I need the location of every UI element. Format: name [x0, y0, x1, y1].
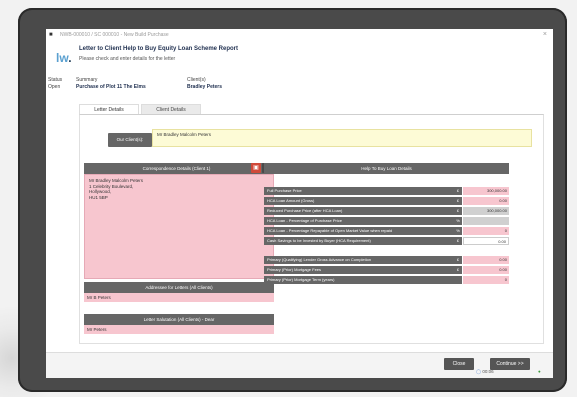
row-label: Reduced Purchase Price (after HCA Loan) [264, 207, 454, 215]
htb-row-cash-savings: Cash Savings to be Invested by Buyer (HC… [264, 237, 509, 245]
address-line: HU1 5BP [89, 194, 108, 200]
row-label: HCA Loan - Percentage Repayable of Open … [264, 227, 454, 235]
row-label: Primary (Prior) Mortgage Fees [264, 266, 454, 274]
row-label: HCA Loan - Percentage of Purchase Price [264, 217, 454, 225]
row-value-field[interactable]: 0.00 [463, 197, 509, 205]
correspondence-address-field[interactable]: Mr Bradley Malcolm Peters 1 Celebrity Bo… [84, 174, 274, 279]
row-label: Full Purchase Price [264, 187, 454, 195]
row-label: HCA Loan Amount (Gross) [264, 197, 454, 205]
htb-row-mortgage-fees: Primary (Prior) Mortgage Fees £ 0.00 [264, 266, 509, 274]
summary-row: Status Open Summary Purchase of Plot 11 … [46, 77, 553, 99]
row-unit: £ [454, 187, 462, 195]
tab-letter-details[interactable]: Letter Details [79, 104, 139, 114]
our-clients-field[interactable]: Mr Bradley Malcolm Peters [152, 129, 532, 147]
dialog-subheading: Please check and enter details for the l… [79, 56, 176, 62]
row-value-field[interactable]: 0 [463, 227, 509, 235]
row-value-field[interactable]: 0.00 [463, 256, 509, 264]
salutation-header: Letter Salutation (All Clients) - Dear [84, 314, 274, 325]
row-value-field[interactable]: 300,000.00 [463, 187, 509, 195]
row-unit [454, 276, 462, 284]
row-value-field[interactable]: 0.00 [463, 237, 509, 245]
dialog-window: ■ NWB-000010 / SC 000010 - New Build Pur… [46, 29, 553, 378]
our-clients-label: Our Client(s): [108, 133, 152, 147]
clock-icon: ◯ [476, 369, 482, 374]
pdf-icon[interactable]: ▣ [251, 163, 261, 173]
ok-status-icon: ● [538, 369, 541, 374]
htb-row-mortgage-term: Primary (Prior) Mortgage Term (years) 0 [264, 276, 509, 284]
logo: lw. [56, 51, 72, 65]
tab-client-details[interactable]: Client Details [141, 104, 201, 114]
addressee-field[interactable]: Mr B Peters [84, 293, 274, 302]
htb-row-lender-advance: Primary (Qualifying) Lender Gross Advanc… [264, 256, 509, 264]
client-label: Client(s) [187, 77, 206, 83]
row-unit: £ [454, 197, 462, 205]
status-label: Status [48, 77, 63, 83]
continue-button[interactable]: Continue >> [490, 358, 530, 370]
row-unit: £ [454, 266, 462, 274]
htb-row-hca-repayable: HCA Loan - Percentage Repayable of Open … [264, 227, 509, 235]
row-label: Primary (Qualifying) Lender Gross Advanc… [264, 256, 454, 264]
status-cell: Status Open [48, 77, 62, 91]
timer-value: 00:06 [482, 369, 494, 374]
row-value-field[interactable]: 0 [463, 276, 509, 284]
row-value-readonly [463, 217, 509, 225]
row-unit: £ [454, 256, 462, 264]
title-bar: ■ NWB-000010 / SC 000010 - New Build Pur… [46, 29, 553, 41]
logo-text: lw [56, 51, 69, 65]
logo-dot: . [68, 51, 72, 65]
row-label: Cash Savings to be Invested by Buyer (HC… [264, 237, 454, 245]
htb-row-full-purchase-price: Full Purchase Price £ 300,000.00 [264, 187, 509, 195]
close-button[interactable]: Close [444, 358, 474, 370]
row-unit: £ [454, 237, 462, 245]
summary-cell: Summary Purchase of Plot 11 The Elms [76, 77, 146, 91]
dialog-heading: Letter to Client Help to Buy Equity Loan… [79, 46, 239, 52]
client-cell: Client(s) Bradley Peters [187, 77, 222, 91]
htb-row-reduced-price: Reduced Purchase Price (after HCA Loan) … [264, 207, 509, 215]
htb-header: Help To Buy Loan Details [264, 163, 509, 174]
window-title: NWB-000010 / SC 000010 - New Build Purch… [60, 32, 169, 38]
salutation-field[interactable]: Mr Peters [84, 325, 274, 334]
correspondence-header: Correspondence Details (Client 1) [84, 163, 269, 174]
row-value-readonly: 300,000.00 [463, 207, 509, 215]
row-label: Primary (Prior) Mortgage Term (years) [264, 276, 454, 284]
row-unit: % [454, 217, 462, 225]
row-unit: £ [454, 207, 462, 215]
htb-row-hca-percentage: HCA Loan - Percentage of Purchase Price … [264, 217, 509, 225]
row-value-field[interactable]: 0.00 [463, 266, 509, 274]
row-unit: % [454, 227, 462, 235]
close-icon[interactable]: × [543, 31, 547, 38]
summary-value: Purchase of Plot 11 The Elms [76, 84, 146, 90]
app-icon: ■ [49, 32, 53, 38]
addressee-header: Addressee for Letters (All Clients) [84, 282, 274, 293]
summary-label: Summary [76, 77, 98, 83]
timer-status: ◯ 00:06 [476, 369, 494, 375]
htb-row-hca-loan-amount: HCA Loan Amount (Gross) £ 0.00 [264, 197, 509, 205]
status-value: Open [48, 84, 61, 90]
client-value: Bradley Peters [187, 84, 223, 90]
